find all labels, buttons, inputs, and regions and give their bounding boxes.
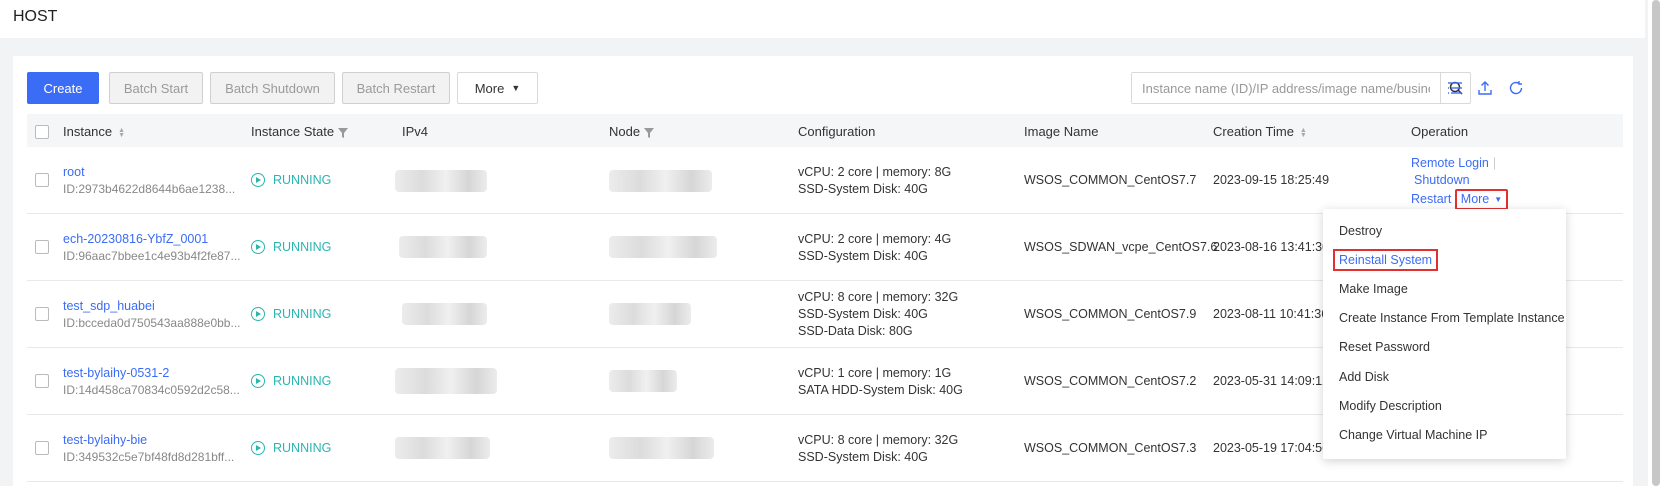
caret-down-icon: ▼ [511,83,521,93]
status-badge: RUNNING [251,441,331,455]
page-header: HOST [0,0,1645,38]
play-circle-icon [251,307,265,321]
menu-item-reinstall-system[interactable]: Reinstall System [1323,245,1566,274]
page-title: HOST [13,8,58,25]
node-redacted [609,303,691,325]
configuration-cell: vCPU: 8 core | memory: 32G SSD-System Di… [798,433,959,464]
play-circle-icon [251,240,265,254]
creation-time: 2023-05-31 14:09:12 [1213,374,1330,388]
image-name: WSOS_COMMON_CentOS7.3 [1024,441,1197,455]
col-configuration: Configuration [798,124,876,139]
creation-time: 2023-05-19 17:04:56 [1213,441,1330,455]
creation-time: 2023-08-16 13:41:30 [1213,240,1330,254]
instance-id: ID:14d458ca70834c0592d2c58... [63,383,240,397]
play-circle-icon [251,374,265,388]
refresh-button[interactable] [1504,76,1528,100]
col-operation: Operation [1411,124,1469,139]
create-button[interactable]: Create [27,72,99,104]
upload-icon [1478,81,1492,95]
filter-icon [644,127,655,138]
table-header: Instance ▲ ▼ Instance State IPv4 Node Conf… [27,114,1623,150]
status-badge: RUNNING [251,240,331,254]
vertical-scrollbar[interactable] [1648,0,1663,486]
table-row: root ID:2973b4622d8644b6ae1238... RUNNIN… [27,147,1623,214]
row-checkbox[interactable] [35,374,49,388]
configuration-cell: vCPU: 2 core | memory: 4G SSD-System Dis… [798,232,952,263]
configuration-cell: vCPU: 8 core | memory: 32G SSD-System Di… [798,290,959,338]
status-badge: RUNNING [251,307,331,321]
batch-start-button[interactable]: Batch Start [109,72,203,104]
col-instance[interactable]: Instance ▲ ▼ [63,124,125,139]
filter-icon [338,127,349,138]
ipv4-redacted [395,437,490,459]
ipv4-redacted [402,303,487,325]
col-node[interactable]: Node [609,124,655,139]
instance-name-link[interactable]: test-bylaihy-bie [63,432,234,449]
more-actions-label: More [474,80,505,96]
batch-restart-button[interactable]: Batch Restart [342,72,450,104]
export-button[interactable] [1473,76,1497,100]
row-checkbox[interactable] [35,441,49,455]
node-redacted [609,236,717,258]
instance-id: ID:349532c5e7bf48fd8d281bff... [63,450,235,464]
row-more-dropdown[interactable]: More ▼ [1454,189,1509,210]
instance-name-link[interactable]: root [63,164,235,181]
more-actions-dropdown[interactable]: More ▼ [457,72,538,104]
col-ipv4: IPv4 [402,124,429,139]
play-circle-icon [251,173,265,187]
select-all-checkbox[interactable] [35,125,49,139]
instance-id: ID:bcceda0d750543aa888e0bb... [63,316,241,330]
menu-item-create-from-template[interactable]: Create Instance From Template Instance [1323,304,1566,333]
remote-login-link[interactable]: Remote Login [1411,156,1489,170]
image-name: WSOS_COMMON_CentOS7.7 [1024,173,1197,187]
ipv4-redacted [395,170,487,192]
scrollbar-thumb[interactable] [1652,0,1660,486]
search-input[interactable] [1132,73,1440,103]
instance-id: ID:96aac7bbee1c4e93b4f2fe87... [63,249,241,263]
instance-name-link[interactable]: ech-20230816-YbfZ_0001 [63,231,240,248]
node-redacted [609,170,712,192]
ipv4-redacted [399,236,487,258]
sort-icon: ▲ ▼ [118,126,126,139]
sort-icon: ▲ ▼ [1299,126,1307,139]
restart-link[interactable]: Restart [1411,192,1451,206]
batch-shutdown-button[interactable]: Batch Shutdown [210,72,335,104]
col-image-name: Image Name [1024,124,1099,139]
row-checkbox[interactable] [35,173,49,187]
row-operations: Remote Login | Shutdown Restart More ▼ [1411,155,1509,210]
configuration-cell: vCPU: 2 core | memory: 8G SSD-System Dis… [798,165,952,196]
menu-item-make-image[interactable]: Make Image [1323,274,1566,303]
ipv4-redacted [395,368,497,394]
status-badge: RUNNING [251,173,331,187]
col-instance-state[interactable]: Instance State [251,124,349,139]
creation-time: 2023-08-11 10:41:36 [1213,307,1329,321]
row-checkbox[interactable] [35,307,49,321]
instance-name-link[interactable]: test_sdp_huabei [63,298,241,315]
shutdown-link[interactable]: Shutdown [1414,173,1470,187]
menu-item-add-disk[interactable]: Add Disk [1323,362,1566,391]
column-settings-button[interactable] [1443,76,1467,100]
col-creation-time[interactable]: Creation Time ▲ ▼ [1213,124,1307,139]
row-checkbox[interactable] [35,240,49,254]
creation-time: 2023-09-15 18:25:49 [1213,173,1330,187]
caret-down-icon: ▼ [1494,195,1503,204]
play-circle-icon [251,441,265,455]
instance-id: ID:2973b4622d8644b6ae1238... [63,182,236,196]
more-actions-menu: Destroy Reinstall System Make Image Crea… [1323,209,1566,459]
list-settings-icon [1448,82,1462,94]
menu-item-modify-description[interactable]: Modify Description [1323,391,1566,420]
node-redacted [609,437,714,459]
configuration-cell: vCPU: 1 core | memory: 1G SATA HDD-Syste… [798,366,963,397]
image-name: WSOS_COMMON_CentOS7.9 [1024,307,1197,321]
image-name: WSOS_COMMON_CentOS7.2 [1024,374,1197,388]
refresh-icon [1509,81,1523,95]
menu-item-reset-password[interactable]: Reset Password [1323,333,1566,362]
search-box [1131,72,1471,104]
menu-item-destroy[interactable]: Destroy [1323,216,1566,245]
status-badge: RUNNING [251,374,331,388]
node-redacted [609,370,677,392]
menu-item-change-vm-ip[interactable]: Change Virtual Machine IP [1323,420,1566,449]
image-name: WSOS_SDWAN_vcpe_CentOS7.6 [1024,240,1218,254]
instance-name-link[interactable]: test-bylaihy-0531-2 [63,365,240,382]
